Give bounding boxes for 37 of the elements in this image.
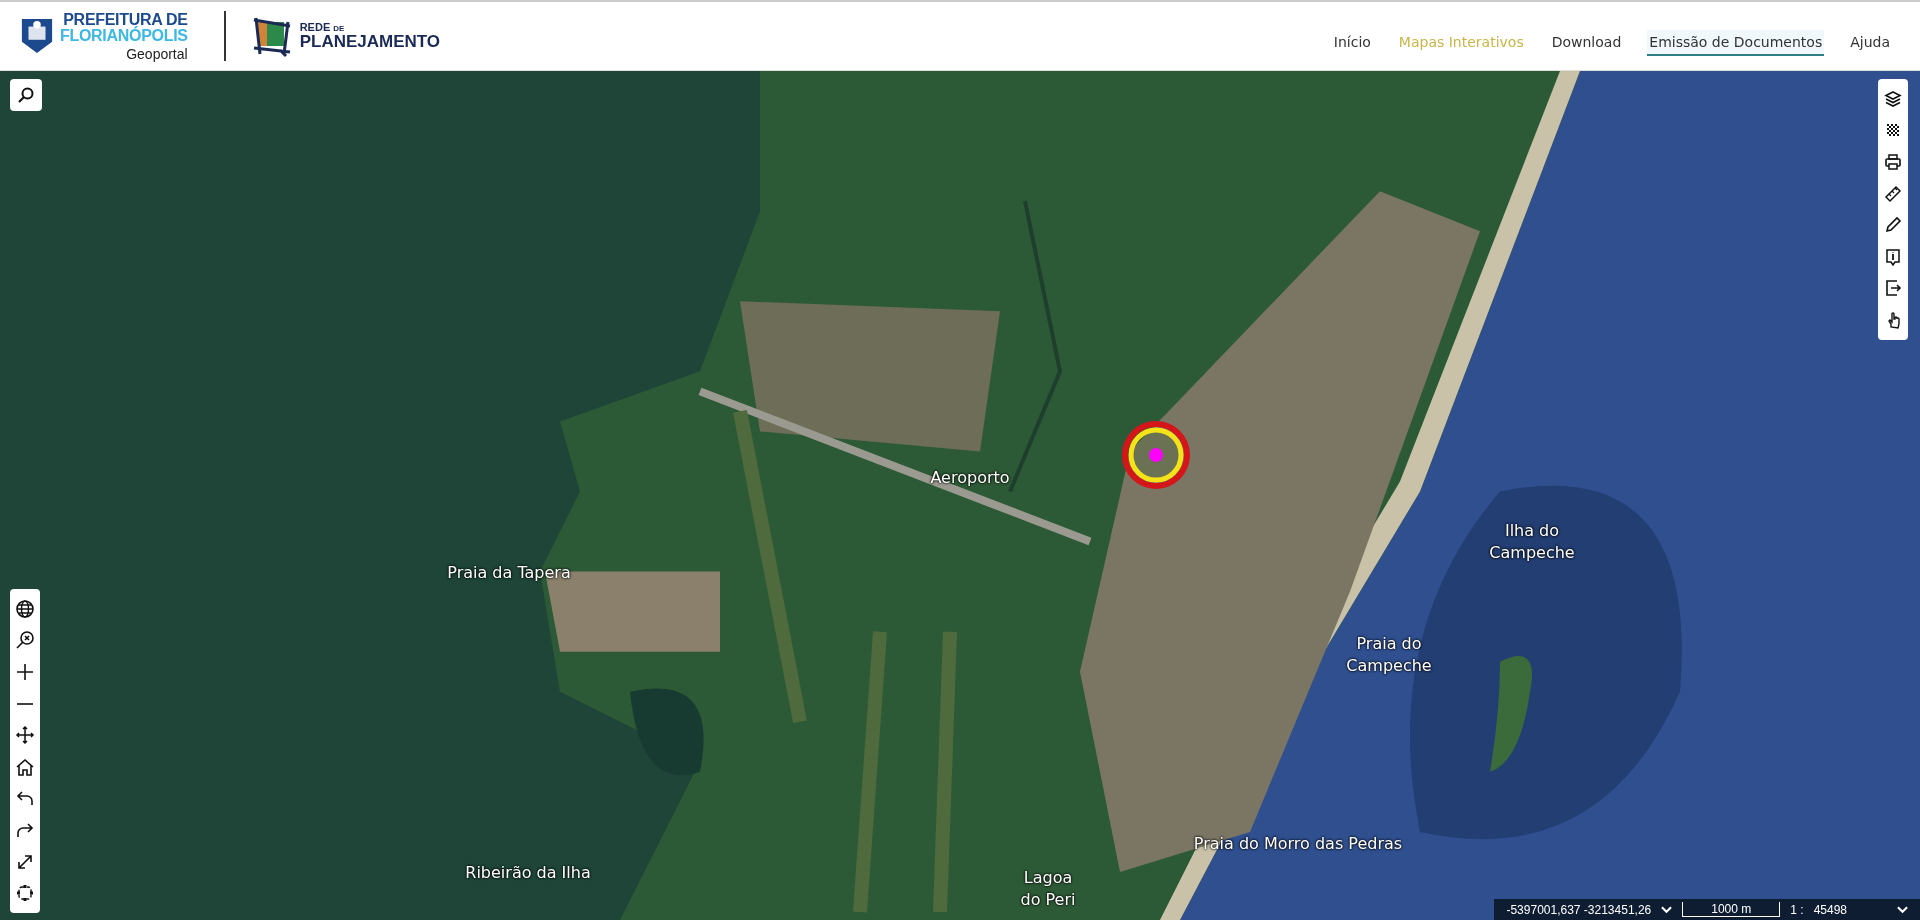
search-icon <box>16 85 36 105</box>
zoom-extent-icon <box>15 630 35 651</box>
logo-title: FLORIANÓPOLIS <box>60 27 188 44</box>
zoom-in-icon <box>15 662 35 682</box>
layers-icon <box>1883 88 1903 109</box>
zoom-out-icon <box>15 701 35 706</box>
ruler-icon <box>1883 183 1903 204</box>
globe-icon <box>15 598 35 619</box>
nav-link[interactable]: Download <box>1549 30 1624 56</box>
nav-link[interactable]: Início <box>1331 30 1373 56</box>
scale-prefix: 1 : <box>1790 902 1804 917</box>
logo-subtitle: Geoportal <box>126 46 188 61</box>
place-label: Praia da Tapera <box>447 561 571 584</box>
export-icon <box>1883 278 1903 299</box>
chevron-down-icon[interactable] <box>1897 905 1908 914</box>
coordinates-readout: -5397001,637 -3213451,26 <box>1506 902 1652 917</box>
pan-icon <box>15 725 35 746</box>
home-icon <box>15 756 35 777</box>
place-label: Ilha do Campeche <box>1489 519 1575 564</box>
select-area-icon <box>15 883 35 904</box>
nav-link[interactable]: Ajuda <box>1848 30 1892 56</box>
print-icon <box>1883 152 1903 172</box>
info-icon <box>1883 246 1903 267</box>
scale-bar: 1000 m <box>1682 902 1781 917</box>
chevron-down-icon[interactable] <box>1661 905 1673 914</box>
nav-link[interactable]: Emissão de Documentos <box>1647 30 1825 56</box>
search-button[interactable] <box>10 79 42 111</box>
place-label: Lagoa do Peri <box>1020 866 1076 911</box>
place-label: Praia do Campeche <box>1346 632 1432 677</box>
place-label: Aeroporto <box>930 466 1010 489</box>
place-label: Praia do Morro das Pedras <box>1193 832 1403 855</box>
partner-logo-text: PLANEJAMENTO <box>299 33 441 50</box>
scale-value: 45498 <box>1813 902 1847 917</box>
coat-of-arms-icon <box>20 16 54 56</box>
location-marker-icon <box>1121 420 1191 490</box>
partner-logo-text: REDE DE <box>299 22 346 33</box>
place-label: Ribeirão da Ilha <box>465 861 591 884</box>
